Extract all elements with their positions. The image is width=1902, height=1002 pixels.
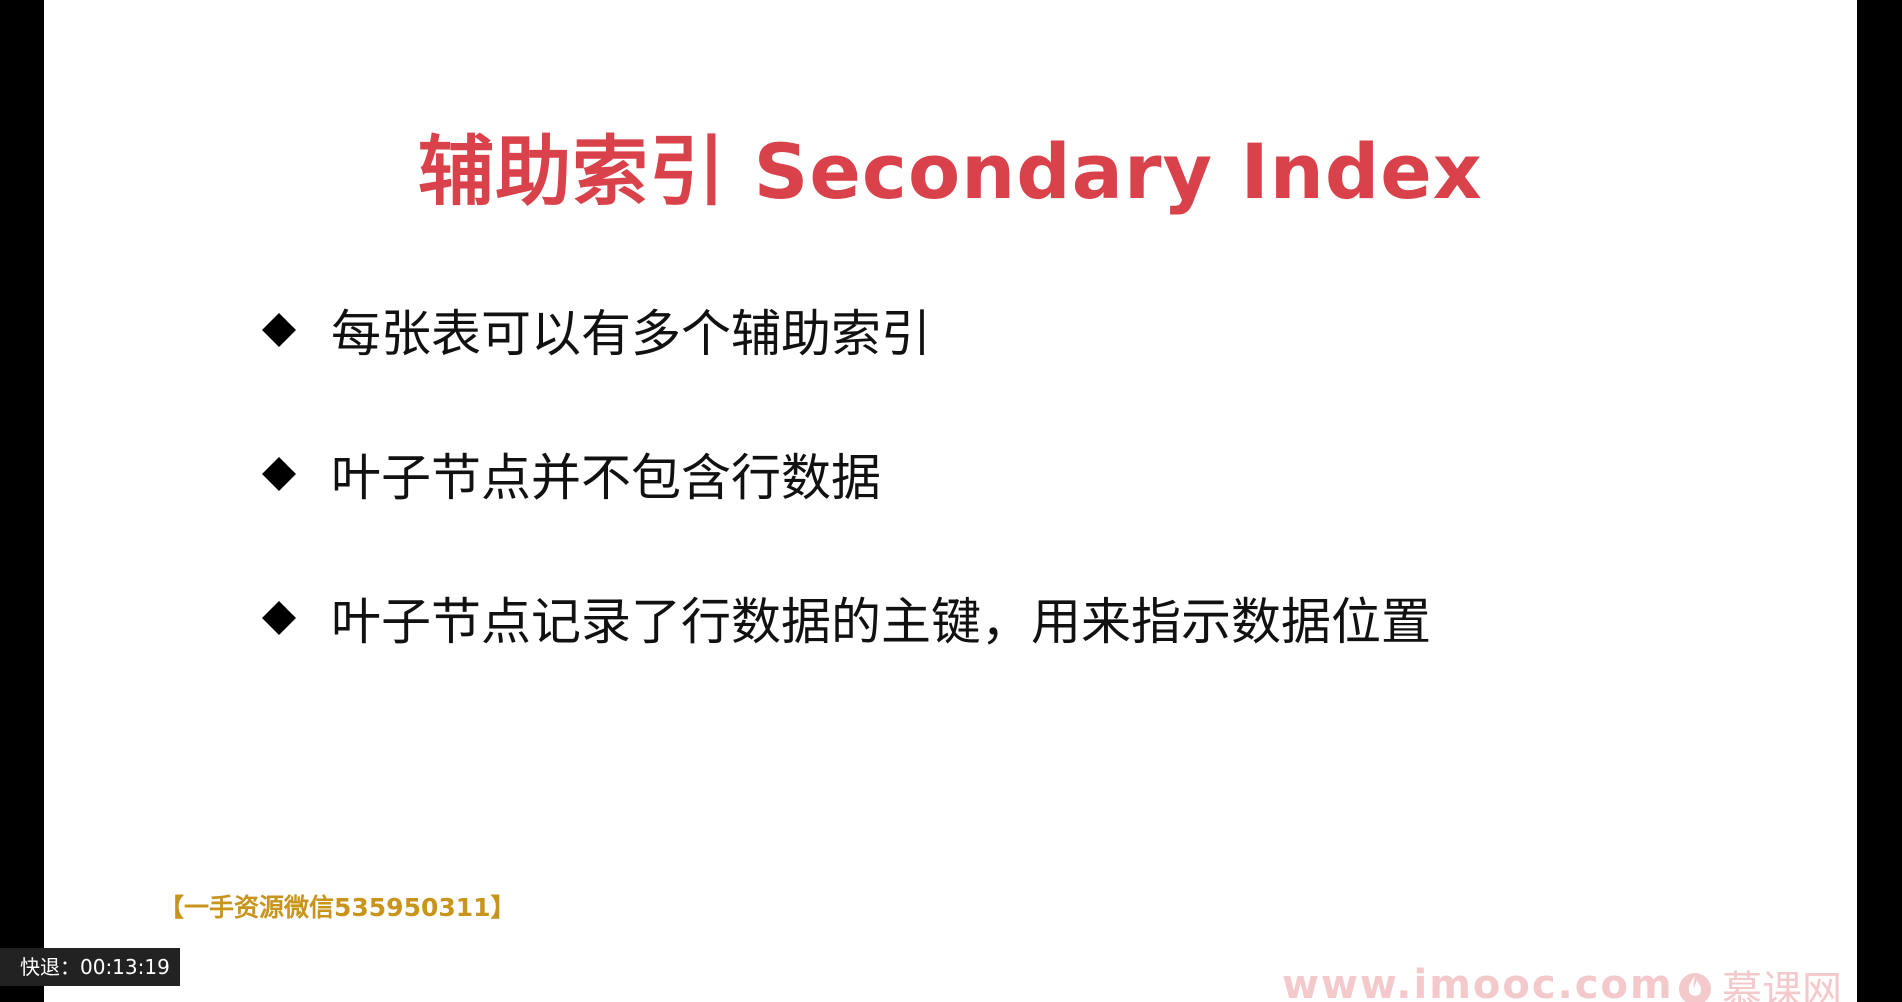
bullet-text: 叶子节点并不包含行数据 (331, 449, 881, 507)
bullet-list: 每张表可以有多个辅助索引 叶子节点并不包含行数据 叶子节点记录了行数据的主键，用… (259, 300, 1431, 732)
list-item: 每张表可以有多个辅助索引 (259, 300, 1431, 363)
diamond-icon (262, 313, 296, 347)
brand-logo: 慕课网 (1678, 958, 1842, 1002)
diamond-icon (262, 457, 296, 491)
video-frame: 辅助索引 Secondary Index 每张表可以有多个辅助索引 叶子节点并不… (0, 0, 1902, 1002)
rewind-status: 快退：00:13:19 (0, 948, 180, 986)
brand-url: www.imooc.com (1282, 962, 1674, 1002)
resource-note: 【一手资源微信535950311】 (159, 893, 516, 922)
slide-title: 辅助索引 Secondary Index (418, 127, 1483, 216)
list-item: 叶子节点记录了行数据的主键，用来指示数据位置 (259, 588, 1431, 651)
brand-logo-text: 慕课网 (1722, 968, 1842, 1002)
bullet-text: 叶子节点记录了行数据的主键，用来指示数据位置 (331, 593, 1431, 651)
diamond-icon (262, 601, 296, 635)
slide: 辅助索引 Secondary Index 每张表可以有多个辅助索引 叶子节点并不… (44, 0, 1857, 1002)
list-item: 叶子节点并不包含行数据 (259, 444, 1431, 507)
bullet-text: 每张表可以有多个辅助索引 (331, 305, 931, 363)
flame-icon (1679, 973, 1711, 1002)
